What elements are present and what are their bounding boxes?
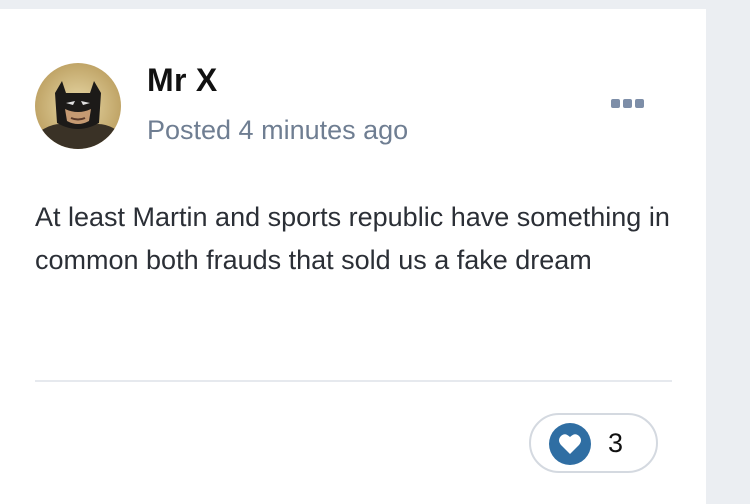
post-card: Mr X Posted 4 minutes ago At least Marti… [0, 9, 706, 504]
reaction-button[interactable]: 3 [529, 413, 658, 473]
author-name[interactable]: Mr X [147, 62, 218, 99]
dot [622, 98, 632, 108]
ellipsis-menu-icon[interactable] [604, 91, 650, 115]
batman-avatar-icon [35, 63, 121, 149]
divider [35, 380, 672, 382]
reaction-count: 3 [608, 428, 624, 458]
post-timestamp[interactable]: Posted 4 minutes ago [147, 115, 408, 146]
dot [610, 98, 620, 108]
dot [634, 98, 644, 108]
post-content: At least Martin and sports republic have… [35, 202, 670, 275]
author-avatar[interactable] [35, 63, 121, 149]
heart-icon [549, 423, 591, 465]
